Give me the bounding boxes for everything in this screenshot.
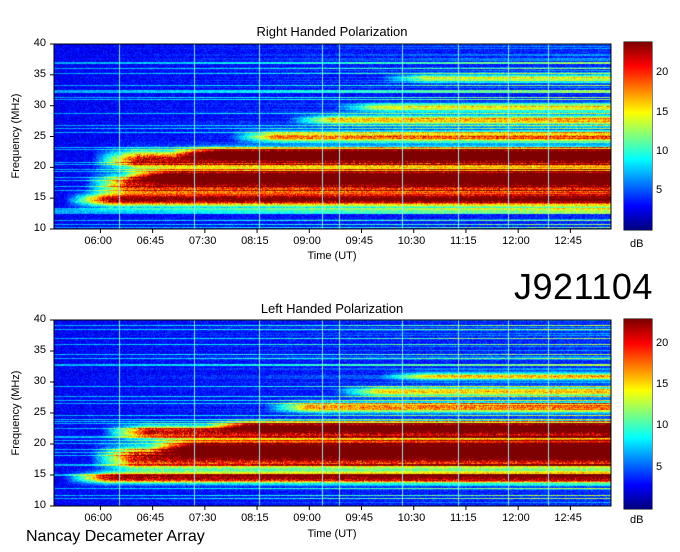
plot-frame: [53, 319, 612, 507]
x-axis-label: Time (UT): [307, 528, 357, 540]
colorbar-lh: [624, 319, 652, 509]
y-tick-label: 15: [33, 468, 46, 480]
y-tick-label: 20: [33, 437, 46, 449]
x-tick-label: 06:45: [136, 512, 165, 524]
colorbar-tick-label: 15: [656, 378, 669, 391]
instrument-label: Nancay Decameter Array: [26, 528, 205, 545]
colorbar-tick-label: 5: [656, 460, 663, 473]
colorbar-unit: dB: [630, 514, 644, 526]
colorbar-tick-label: 20: [656, 336, 669, 349]
x-tick-label: 10:30: [397, 512, 426, 524]
x-tick-label: 09:00: [293, 512, 321, 524]
y-tick-label: 10: [33, 499, 46, 511]
x-tick-label: 11:15: [449, 512, 477, 524]
x-tick-label: 12:00: [502, 512, 530, 524]
y-tick-label: 30: [33, 375, 46, 387]
x-tick-label: 07:30: [188, 512, 217, 524]
x-tick-label: 08:15: [241, 512, 269, 524]
y-tick-label: 35: [33, 344, 46, 356]
y-tick-label: 40: [33, 313, 46, 325]
axes-lh: [50, 318, 653, 510]
x-tick-label: 06:00: [84, 512, 112, 524]
y-tick-label: 25: [33, 406, 46, 418]
x-tick-label: 09:45: [345, 512, 374, 524]
x-tick-label: 12:45: [554, 512, 582, 524]
colorbar-tick-label: 10: [656, 419, 669, 432]
